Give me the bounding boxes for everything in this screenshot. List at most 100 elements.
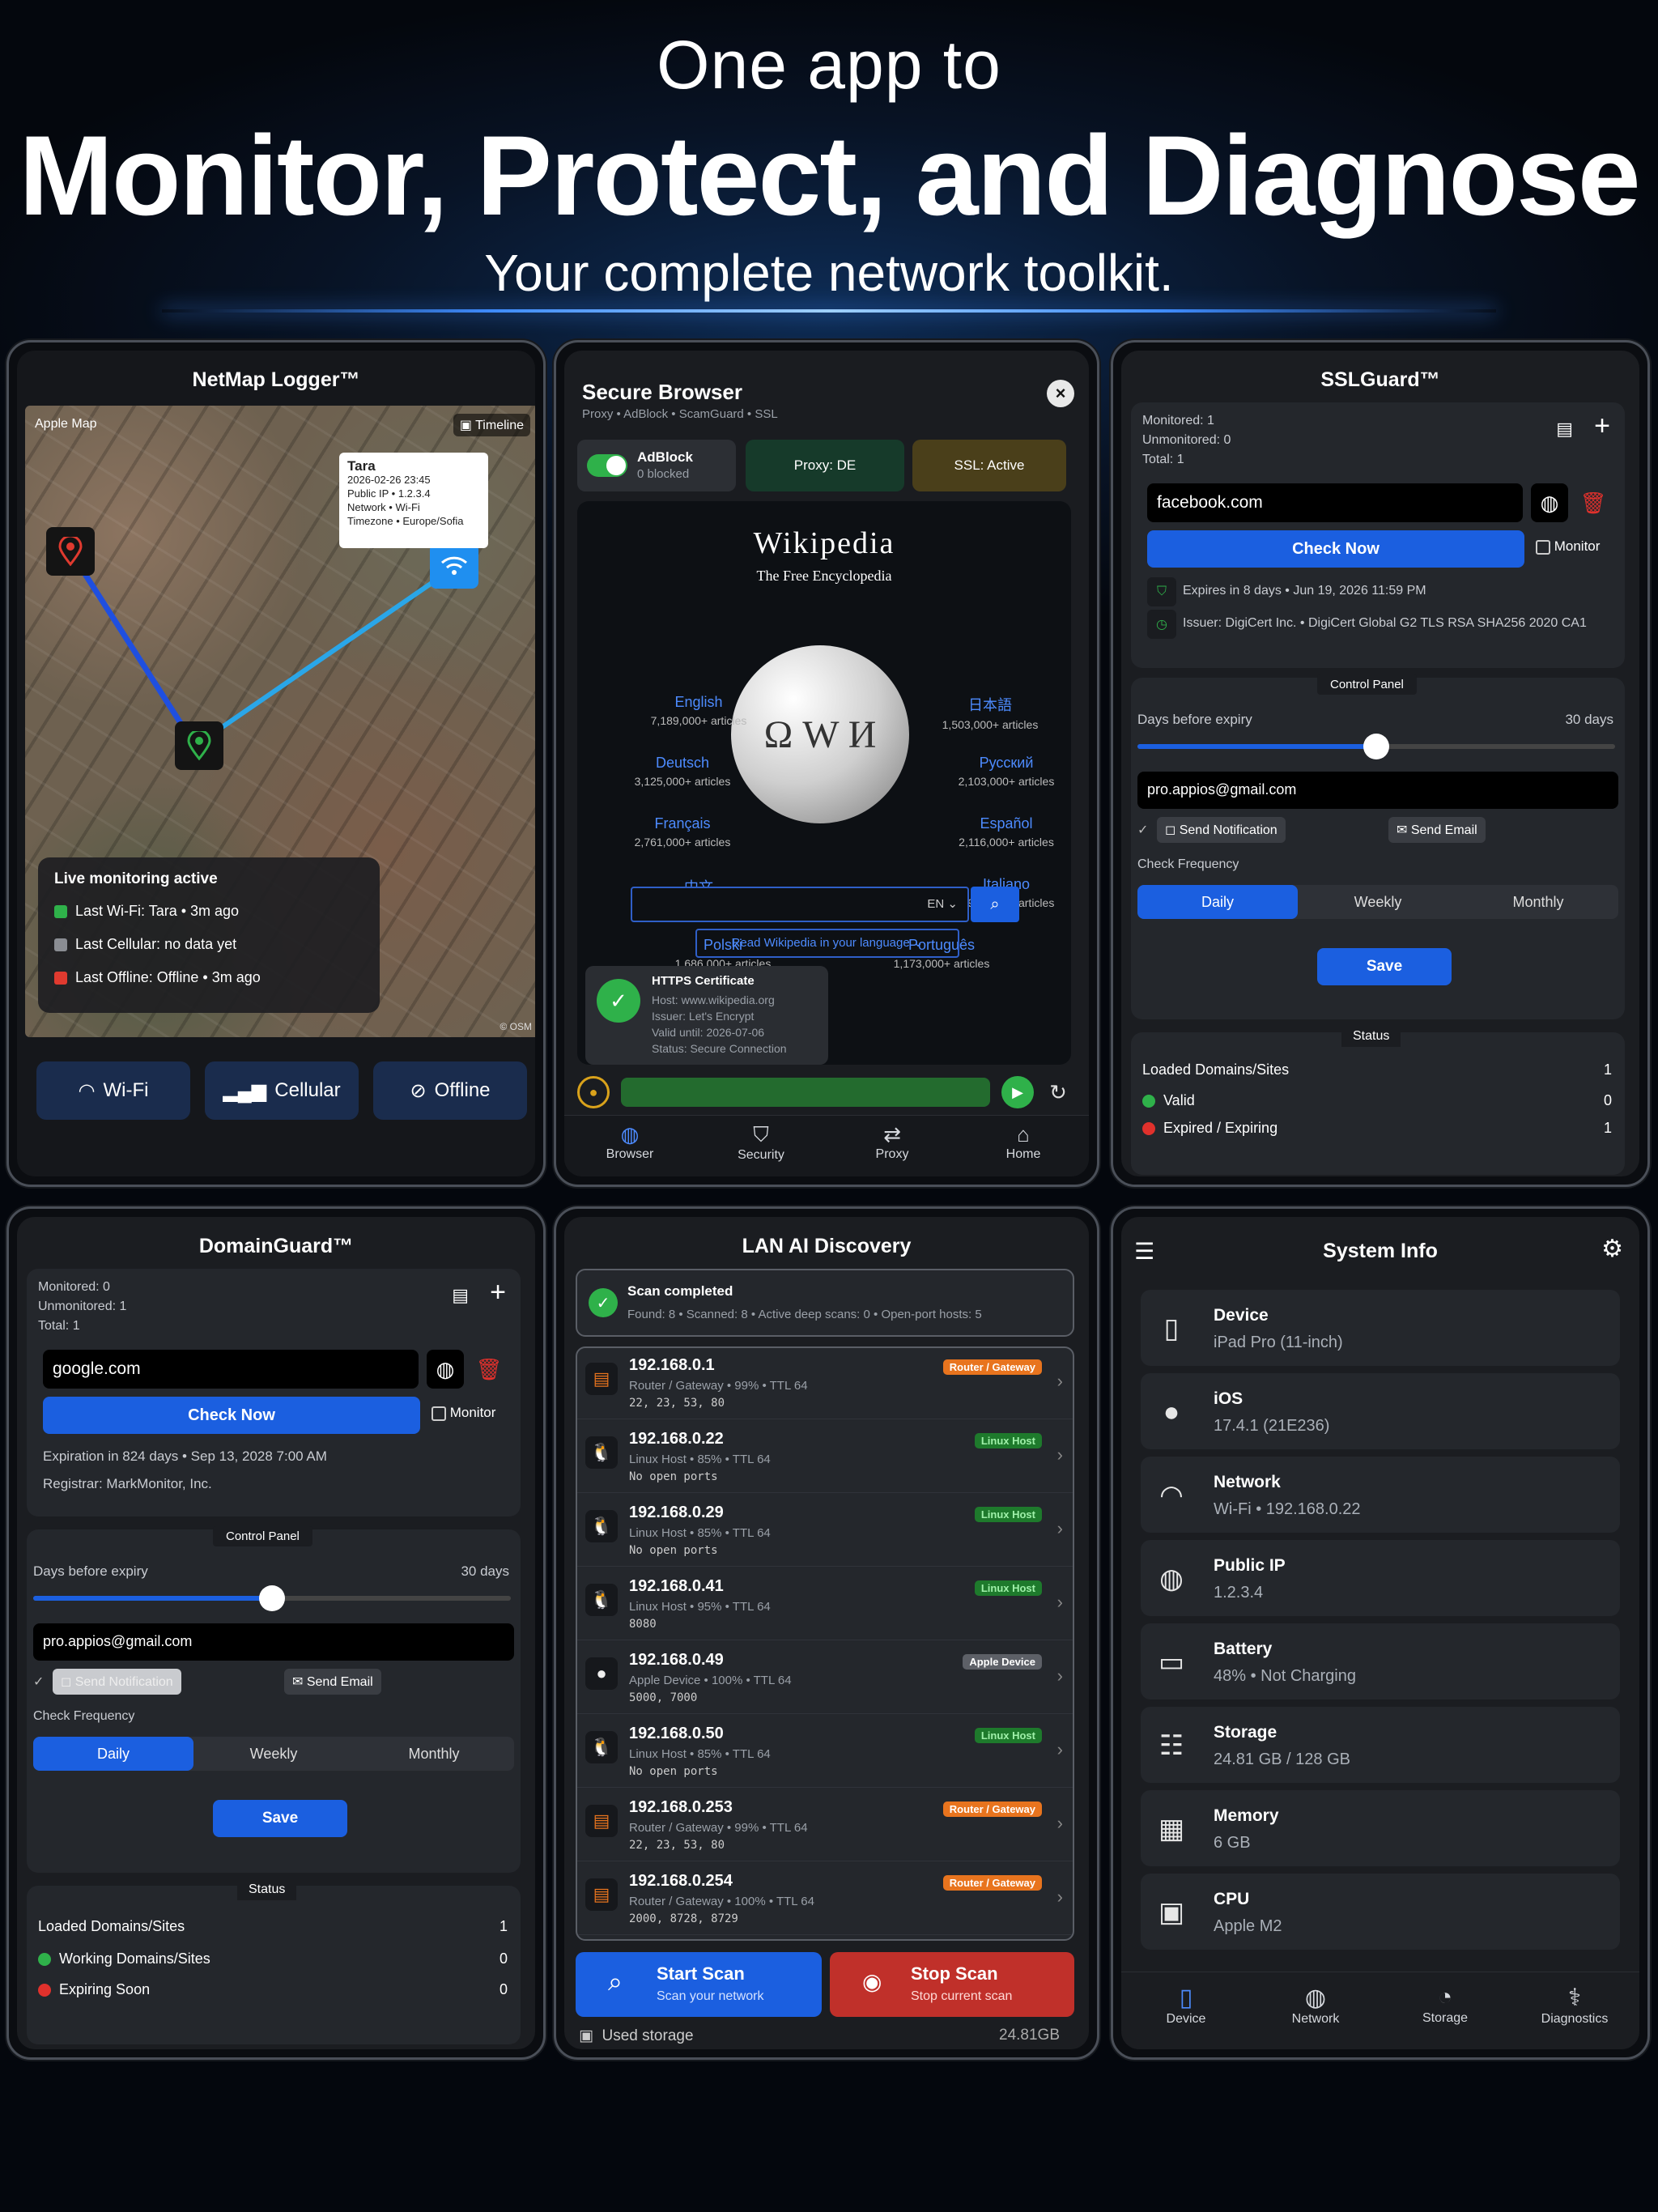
domain-save-button[interactable]: Save <box>213 1800 347 1837</box>
tab-home[interactable]: ⌂ Home <box>958 1122 1089 1176</box>
domain-check-now-button[interactable]: Check Now <box>43 1397 420 1434</box>
tab-browser[interactable]: ◍ Browser <box>564 1122 695 1176</box>
tab-storage[interactable]: ◔ Storage <box>1380 1984 1510 2049</box>
ssl-freq-weekly[interactable]: Weekly <box>1298 885 1458 919</box>
domain-input[interactable]: google.com <box>43 1350 419 1389</box>
settings-gear-icon[interactable]: ⚙ <box>1601 1235 1623 1263</box>
system-info-row[interactable]: ▭ Battery 48% • Not Charging <box>1141 1623 1620 1699</box>
host-ip: 192.168.0.29 <box>629 1504 724 1521</box>
cellular-filter-button[interactable]: ▂▄▆ Cellular <box>205 1061 359 1120</box>
offline-filter-button[interactable]: ⊘ Offline <box>373 1061 527 1120</box>
tab-network[interactable]: ◍ Network <box>1251 1984 1380 2049</box>
map-view[interactable]: Apple Map ▣ Timeline Tara 2026-02-26 23:… <box>25 406 535 1037</box>
system-info-row[interactable]: ▣ CPU Apple M2 <box>1141 1874 1620 1950</box>
language-link[interactable]: English 7,189,000+ articles <box>626 694 772 727</box>
domain-trash-icon[interactable]: 🗑 <box>470 1350 508 1389</box>
host-list: ▤ 192.168.0.1 Router / Gateway • 99% • TTL… <box>576 1346 1074 1941</box>
go-button[interactable]: ▶ <box>1001 1076 1034 1108</box>
reload-icon[interactable]: ↻ <box>1042 1076 1074 1108</box>
close-icon[interactable]: × <box>1047 380 1074 407</box>
offline-pin-icon[interactable] <box>46 527 95 576</box>
ssl-add-icon[interactable]: + <box>1594 410 1610 442</box>
domain-send-notification-button[interactable]: ◻ Send Notification <box>53 1669 181 1695</box>
host-row[interactable]: 🐧 192.168.0.22 Linux Host • 85% • TTL 64 No… <box>577 1422 1073 1493</box>
ssl-save-button[interactable]: Save <box>1317 948 1452 985</box>
domain-days-slider[interactable] <box>33 1585 511 1611</box>
ssl-slider-knob[interactable] <box>1363 734 1389 759</box>
ssl-freq-daily[interactable]: Daily <box>1137 885 1298 919</box>
wiki-search-button[interactable]: ⌕ <box>971 887 1019 922</box>
wifi-filter-button[interactable]: ◠ Wi-Fi <box>36 1061 190 1120</box>
tab-diagnostics[interactable]: ⚕ Diagnostics <box>1510 1984 1639 2049</box>
system-info-row[interactable]: ▯ Device iPad Pro (11-inch) <box>1141 1290 1620 1366</box>
host-row[interactable]: 🐧 192.168.0.29 Linux Host • 85% • TTL 64 No… <box>577 1495 1073 1567</box>
location-popup: Tara 2026-02-26 23:45 Public IP • 1.2.3.… <box>339 453 488 548</box>
adblock-switch[interactable] <box>587 454 627 477</box>
start-scan-button[interactable]: ⌕ Start Scan Scan your network <box>576 1952 822 2017</box>
wiki-search-field[interactable]: EN ⌄ <box>631 887 969 922</box>
language-link[interactable]: Español 2,116,000+ articles <box>933 815 1079 849</box>
ssl-monitor-label: Monitor <box>1554 538 1601 554</box>
domain-slider-knob[interactable] <box>259 1585 285 1611</box>
host-row[interactable]: ▤ 192.168.0.254 Router / Gateway • 100% • … <box>577 1864 1073 1935</box>
url-bar[interactable] <box>621 1078 990 1107</box>
system-info-row[interactable]: ☷ Storage 24.81 GB / 128 GB <box>1141 1707 1620 1783</box>
ssl-domain-input[interactable]: facebook.com <box>1147 483 1523 522</box>
language-article-count: 2,103,000+ articles <box>958 775 1055 788</box>
scamguard-icon[interactable]: ● <box>577 1076 610 1108</box>
ssl-notify-checkbox[interactable]: ✓ <box>1137 822 1148 838</box>
system-info-row[interactable]: ◠ Network Wi-Fi • 192.168.0.22 <box>1141 1457 1620 1533</box>
domain-email-input[interactable]: pro.appios@gmail.com <box>33 1623 514 1661</box>
domain-notify-checkbox[interactable]: ✓ <box>33 1674 44 1690</box>
ssl-trash-icon[interactable]: 🗑 <box>1575 483 1612 522</box>
ssl-days-slider[interactable] <box>1137 734 1615 759</box>
language-link[interactable]: 日本語 1,503,000+ articles <box>917 694 1063 731</box>
domain-globe-icon[interactable]: ◍ <box>427 1350 464 1389</box>
ssl-send-notification-button[interactable]: ◻ Send Notification <box>1157 817 1286 843</box>
domain-add-icon[interactable]: + <box>490 1277 506 1308</box>
cellular-pin-icon[interactable] <box>175 721 223 770</box>
domain-freq-daily[interactable]: Daily <box>33 1737 193 1771</box>
ssl-monitor-checkbox[interactable]: Monitor <box>1536 538 1600 555</box>
chevron-right-icon: › <box>1056 1813 1063 1833</box>
host-row[interactable]: ▤ 192.168.0.253 Router / Gateway • 99% • T… <box>577 1790 1073 1861</box>
proxy-badge[interactable]: Proxy: DE <box>746 440 904 491</box>
domain-monitor-checkbox[interactable]: Monitor <box>432 1405 495 1421</box>
language-link[interactable]: Русский 2,103,000+ articles <box>933 755 1079 788</box>
system-info-row[interactable]: ◍ Public IP 1.2.3.4 <box>1141 1540 1620 1616</box>
wifi-pin-icon[interactable] <box>430 543 478 589</box>
domain-export-icon[interactable]: ▤ <box>452 1285 469 1306</box>
language-link[interactable]: Deutsch 3,125,000+ articles <box>610 755 755 788</box>
adblock-toggle[interactable]: AdBlock 0 blocked <box>577 440 736 491</box>
ssl-email-input[interactable]: pro.appios@gmail.com <box>1137 772 1618 809</box>
proxy-icon: ⇄ <box>883 1122 901 1146</box>
domain-freq-monthly[interactable]: Monthly <box>354 1737 514 1771</box>
host-type-badge: Router / Gateway <box>942 1875 1042 1891</box>
ssl-badge[interactable]: SSL: Active <box>912 440 1066 491</box>
ssl-freq-monthly[interactable]: Monthly <box>1458 885 1618 919</box>
ssl-export-icon[interactable]: ▤ <box>1556 419 1573 440</box>
domain-freq-weekly[interactable]: Weekly <box>193 1737 354 1771</box>
search-language-select[interactable]: EN ⌄ <box>927 896 958 911</box>
ssl-control-panel-label: Control Panel <box>1317 674 1417 695</box>
stop-scan-button[interactable]: ◉ Stop Scan Stop current scan <box>830 1952 1074 2017</box>
host-row[interactable]: ▤ 192.168.0.1 Router / Gateway • 99% • TTL… <box>577 1348 1073 1419</box>
language-link[interactable]: Français 2,761,000+ articles <box>610 815 755 849</box>
host-row[interactable]: ● 192.168.0.49 Apple Device • 100% • TTL 6… <box>577 1643 1073 1714</box>
read-wikipedia-language-link[interactable]: Read Wikipedia in your language ⌄ <box>695 929 959 958</box>
tab-security[interactable]: ⛉ Security <box>695 1122 827 1176</box>
domain-send-email-button[interactable]: ✉ Send Email <box>284 1669 381 1695</box>
domain-card: Monitored: 0 Unmonitored: 1 Total: 1 ▤ +… <box>27 1269 521 1516</box>
tab-network-label: Network <box>1291 2012 1340 2026</box>
ssl-notify-label: Send Notification <box>1179 823 1278 837</box>
host-row[interactable]: 🐧 192.168.0.50 Linux Host • 85% • TTL 64 No… <box>577 1716 1073 1788</box>
tab-device[interactable]: ▯ Device <box>1121 1984 1251 2049</box>
host-row[interactable]: 🐧 192.168.0.41 Linux Host • 95% • TTL 64 80… <box>577 1569 1073 1640</box>
system-info-row[interactable]: ▦ Memory 6 GB <box>1141 1790 1620 1866</box>
ssl-check-now-button[interactable]: Check Now <box>1147 530 1524 568</box>
ssl-globe-icon[interactable]: ◍ <box>1531 483 1568 522</box>
tab-proxy[interactable]: ⇄ Proxy <box>827 1122 958 1176</box>
web-view[interactable]: Wikipedia The Free Encyclopedia Ω W И En… <box>577 501 1071 1065</box>
ssl-send-email-button[interactable]: ✉ Send Email <box>1388 817 1486 843</box>
system-info-row[interactable]: ● iOS 17.4.1 (21E236) <box>1141 1373 1620 1449</box>
